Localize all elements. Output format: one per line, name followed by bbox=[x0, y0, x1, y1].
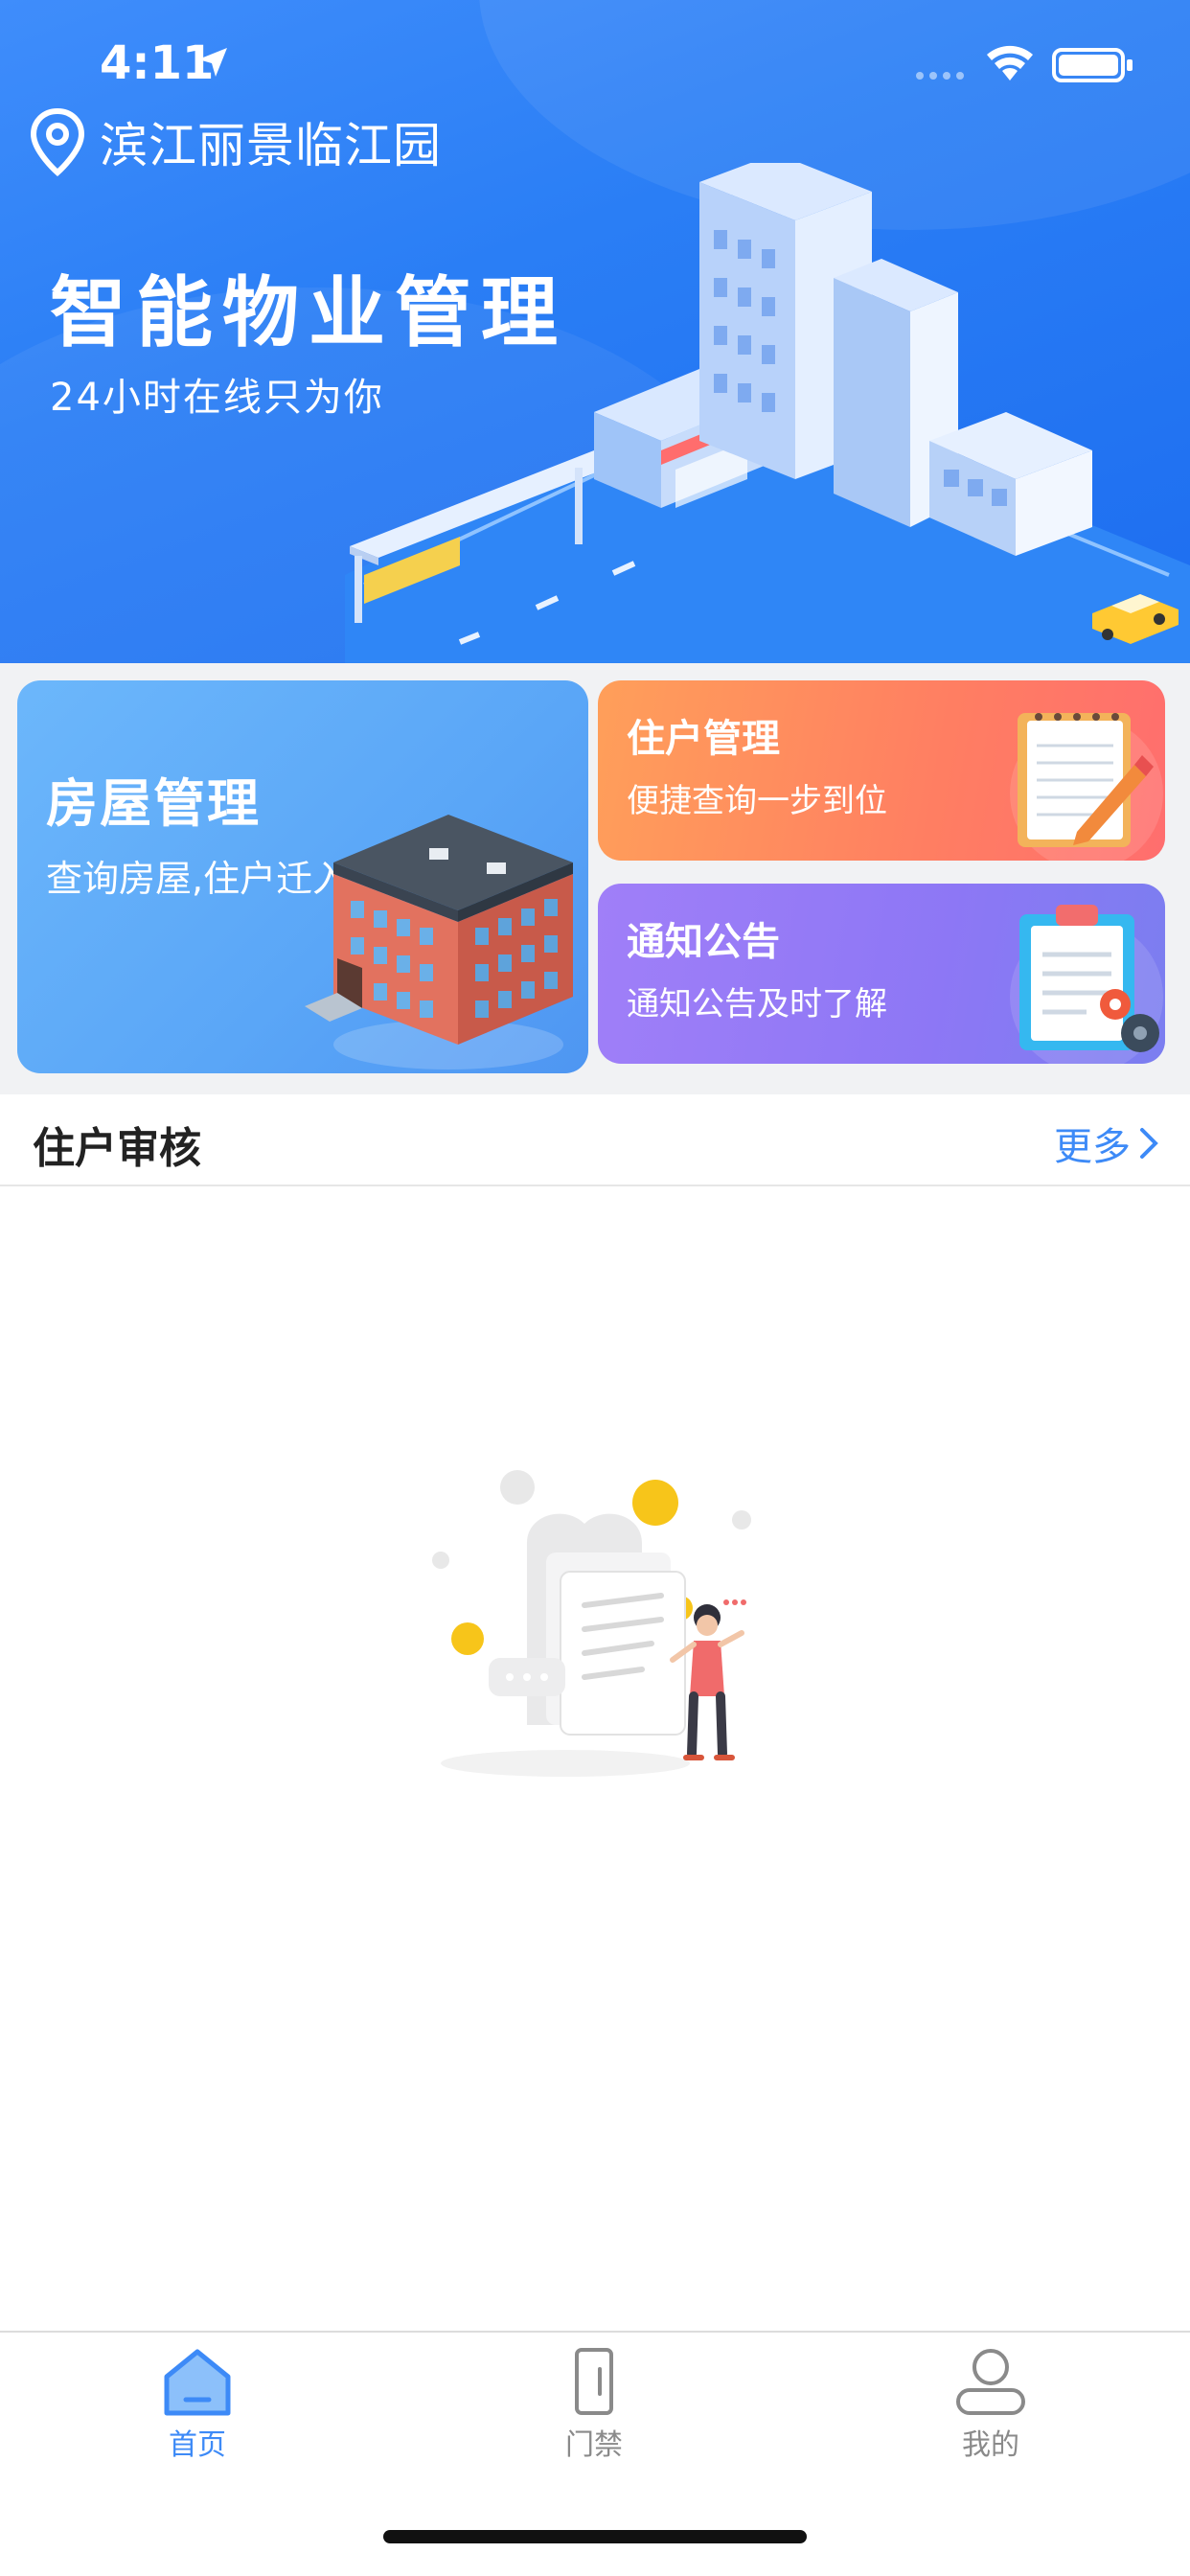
person-icon bbox=[956, 2349, 1025, 2415]
notice-card-subtitle: 通知公告及时了解 bbox=[627, 985, 887, 1024]
home-indicator[interactable] bbox=[383, 2530, 807, 2543]
house-card-subtitle: 查询房屋,住户迁入 bbox=[46, 858, 350, 900]
tab-home[interactable]: 首页 bbox=[102, 2346, 293, 2490]
home-icon bbox=[164, 2349, 231, 2416]
tab-mine-label: 我的 bbox=[962, 2428, 1019, 2462]
more-label: 更多 bbox=[1054, 1125, 1131, 1169]
wifi-icon bbox=[987, 45, 1033, 80]
chevron-right-icon bbox=[1140, 1128, 1158, 1159]
more-button[interactable]: 更多 bbox=[1054, 1116, 1159, 1171]
notice-card-title: 通知公告 bbox=[627, 920, 780, 964]
status-bar: 4:11 bbox=[0, 0, 1190, 125]
empty-state-illustration bbox=[432, 1470, 751, 1777]
section-title: 住户审核 bbox=[33, 1124, 201, 1173]
door-icon bbox=[575, 2348, 613, 2415]
tab-mine[interactable]: 我的 bbox=[895, 2346, 1087, 2490]
map-pin-icon bbox=[30, 107, 85, 176]
resident-management-card[interactable]: 住户管理 便捷查询一步到位 bbox=[598, 680, 1165, 861]
resident-card-title: 住户管理 bbox=[627, 717, 780, 761]
notepad-pencil-icon bbox=[1010, 713, 1163, 861]
city-illustration bbox=[345, 163, 1190, 663]
hero-banner: 4:11 滨江丽景临江园 智能物业管理 24小时在线只为你 bbox=[0, 0, 1190, 663]
feature-cards: 房屋管理 查询房屋,住户迁入 住户管理 便捷查询一步到位 通知公告 通知公告及时… bbox=[0, 663, 1190, 1094]
battery-icon bbox=[1052, 48, 1133, 82]
resident-review-header: 住户审核 更多 bbox=[0, 1094, 1190, 1186]
tab-door-access[interactable]: 门禁 bbox=[498, 2346, 690, 2490]
clipboard-gear-icon bbox=[1010, 905, 1163, 1064]
house-card-title: 房屋管理 bbox=[46, 773, 261, 834]
notice-card[interactable]: 通知公告 通知公告及时了解 bbox=[598, 884, 1165, 1064]
signal-icon bbox=[916, 72, 964, 80]
house-management-card[interactable]: 房屋管理 查询房屋,住户迁入 bbox=[17, 680, 588, 1073]
location-arrow-icon bbox=[198, 48, 227, 77]
tab-door-label: 门禁 bbox=[565, 2428, 623, 2462]
resident-card-subtitle: 便捷查询一步到位 bbox=[627, 782, 887, 820]
tab-home-label: 首页 bbox=[169, 2428, 226, 2462]
hero-subtitle: 24小时在线只为你 bbox=[50, 376, 384, 420]
app-screen: 4:11 滨江丽景临江园 智能物业管理 24小时在线只为你 房屋管理 查询房屋,… bbox=[0, 0, 1190, 2576]
apartment-building-icon bbox=[305, 815, 573, 1070]
